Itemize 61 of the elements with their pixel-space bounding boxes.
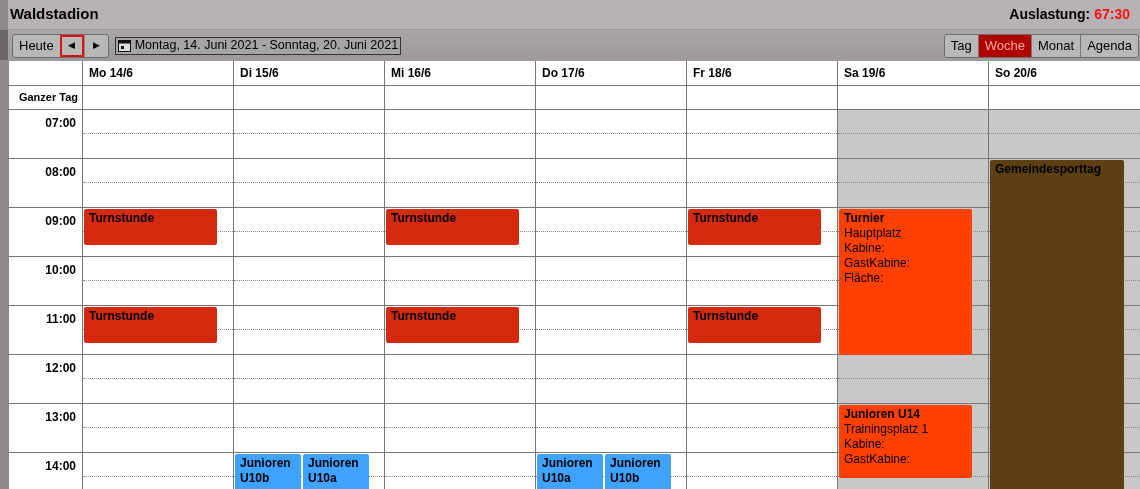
previous-button[interactable]: ◀ bbox=[59, 34, 84, 57]
event-title: Junioren U10a bbox=[308, 456, 360, 486]
event-title: Turnier bbox=[844, 211, 885, 226]
event-title: Gemeindesporttag bbox=[995, 162, 1102, 177]
event-title: Turnstunde bbox=[693, 211, 759, 226]
all-day-label: Ganzer Tag bbox=[18, 90, 78, 106]
event-title: Junioren U10a bbox=[542, 456, 594, 486]
day-header: So 20/6 bbox=[995, 65, 1038, 82]
today-button[interactable]: Heute bbox=[13, 34, 60, 57]
event-detail: Trainingsplatz 1 bbox=[844, 422, 929, 437]
day-header: Mo 14/6 bbox=[89, 65, 133, 82]
event-detail: Hauptplatz bbox=[844, 226, 902, 241]
event-detail: GastKabine: bbox=[844, 256, 911, 271]
splitter-handle[interactable] bbox=[0, 30, 8, 60]
hour-label: 08:00 bbox=[45, 164, 76, 181]
event-card[interactable]: Turnstunde bbox=[688, 209, 821, 245]
event-title: Junioren U10b bbox=[610, 456, 662, 486]
event-card[interactable]: Junioren U10a bbox=[303, 454, 369, 489]
event-card[interactable]: Turnstunde bbox=[688, 307, 821, 343]
hour-label: 10:00 bbox=[45, 262, 76, 279]
event-card[interactable]: Junioren U10a bbox=[537, 454, 603, 489]
day-header: Do 17/6 bbox=[542, 65, 585, 82]
view-tab[interactable]: Tag bbox=[944, 34, 978, 57]
next-button[interactable]: ▶ bbox=[83, 34, 108, 57]
event-title: Turnstunde bbox=[391, 309, 457, 324]
day-header: Di 15/6 bbox=[240, 65, 279, 82]
event-card[interactable]: Junioren U14 Trainingsplatz 1 Kabine: GastKabine: bbox=[839, 405, 972, 478]
hour-label: 09:00 bbox=[45, 213, 76, 230]
event-card[interactable]: Turnstunde bbox=[84, 307, 217, 343]
hour-label: 12:00 bbox=[45, 360, 76, 377]
event-detail: Fläche: bbox=[844, 271, 884, 286]
event-title: Turnstunde bbox=[89, 309, 155, 324]
hour-label: 07:00 bbox=[45, 115, 76, 132]
calendar-icon bbox=[117, 39, 131, 52]
event-card[interactable]: Junioren U10b bbox=[235, 454, 301, 489]
view-tab[interactable]: Agenda bbox=[1080, 34, 1138, 57]
event-title: Turnstunde bbox=[693, 309, 759, 324]
day-header: Fr 18/6 bbox=[693, 65, 732, 82]
view-tab[interactable]: Woche bbox=[977, 34, 1032, 57]
date-range-field[interactable]: Montag, 14. Juni 2021 - Sonntag, 20. Juni 2021 bbox=[114, 36, 402, 55]
hour-label: 11:00 bbox=[45, 311, 76, 328]
view-tab[interactable]: Monat bbox=[1031, 34, 1081, 57]
event-card[interactable]: Turnstunde bbox=[386, 307, 519, 343]
event-card[interactable]: Turnstunde bbox=[386, 209, 519, 245]
hour-label: 14:00 bbox=[45, 458, 76, 475]
event-detail: Kabine: bbox=[844, 437, 885, 452]
day-header: Sa 19/6 bbox=[844, 65, 886, 82]
event-card[interactable]: Junioren U10b bbox=[605, 454, 671, 489]
event-card[interactable]: Turnstunde bbox=[84, 209, 217, 245]
utilization-value: 67:30 bbox=[1094, 5, 1130, 24]
event-title: Turnstunde bbox=[391, 211, 457, 226]
event-card[interactable]: Turnier Hauptplatz Kabine: GastKabine: Fläche: bbox=[839, 209, 972, 355]
event-title: Turnstunde bbox=[89, 211, 155, 226]
hour-label: 13:00 bbox=[45, 409, 76, 426]
event-title: Junioren U14 bbox=[844, 407, 921, 422]
utilization-label: Auslastung: bbox=[1009, 5, 1091, 24]
window-title: Waldstadion bbox=[10, 4, 99, 25]
day-header: Mi 16/6 bbox=[391, 65, 432, 82]
event-detail: Kabine: bbox=[844, 241, 885, 256]
event-detail: GastKabine: bbox=[844, 452, 911, 467]
event-title: Junioren U10b bbox=[240, 456, 292, 486]
